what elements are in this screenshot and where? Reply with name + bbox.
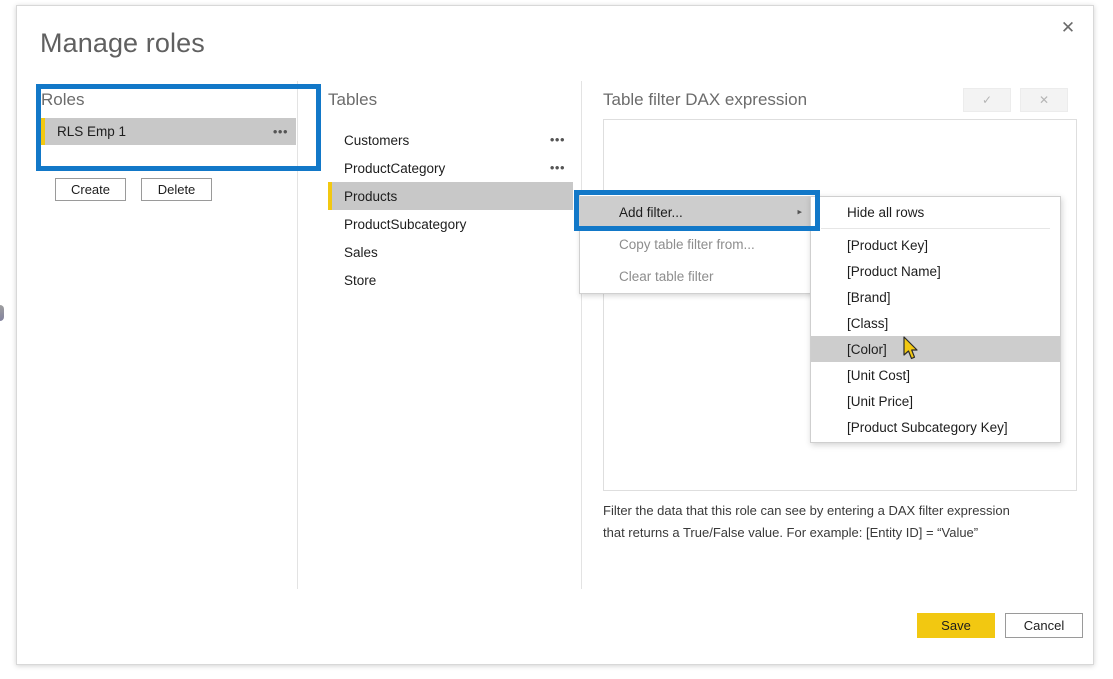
submenu-item[interactable]: [Brand]	[811, 284, 1060, 310]
role-list-item-label: RLS Emp 1	[57, 124, 127, 139]
table-list-item-row[interactable]: ProductCategory •••	[328, 154, 573, 182]
cancel-button[interactable]: Cancel	[1005, 613, 1083, 638]
close-icon[interactable]: ✕	[1051, 12, 1085, 42]
table-list-item-label: Customers	[344, 132, 410, 148]
submenu-item[interactable]: [Class]	[811, 310, 1060, 336]
table-list-item-label: Products	[344, 188, 398, 204]
table-context-menu: Add filter... ▸ Copy table filter from... C…	[579, 194, 816, 294]
delete-role-button[interactable]: Delete	[141, 178, 212, 201]
clipped-edge-fragment	[0, 305, 4, 321]
panel-divider-tables-dax	[581, 81, 582, 589]
submenu-item[interactable]: [Product Key]	[811, 232, 1060, 258]
dax-help-line-2: that returns a True/False value. For exa…	[603, 525, 979, 541]
table-list-item-row[interactable]: Sales	[328, 238, 573, 266]
table-list-item-row[interactable]: Customers •••	[328, 126, 573, 154]
manage-roles-dialog: ✕ Manage roles Roles RLS Emp 1 ••• Create…	[16, 5, 1094, 665]
role-list-item-row[interactable]: RLS Emp 1 •••	[41, 118, 296, 145]
tables-list: Customers ••• ProductCategory ••• Products Pr…	[328, 126, 573, 294]
submenu-separator	[821, 228, 1050, 229]
roles-heading: Roles	[41, 90, 85, 109]
tables-heading: Tables	[328, 90, 378, 109]
table-list-item-label: Store	[344, 272, 377, 288]
table-list-item-label: Sales	[344, 244, 378, 260]
accept-check-icon[interactable]: ✓	[963, 88, 1011, 112]
table-list-item-label: ProductCategory	[344, 160, 446, 176]
dax-help-text: Filter the data that this role can see b…	[603, 500, 1083, 545]
table-list-item-row[interactable]: Products	[328, 182, 573, 210]
row-more-options-icon[interactable]: •••	[550, 133, 565, 146]
context-menu-item-label: Add filter...	[619, 204, 683, 220]
submenu-item[interactable]: [Color]	[811, 336, 1060, 362]
submenu-item[interactable]: [Unit Price]	[811, 388, 1060, 414]
context-menu-item-label: Copy table filter from...	[619, 236, 755, 252]
row-more-options-icon[interactable]: •••	[550, 161, 565, 174]
row-more-options-icon[interactable]: •••	[273, 125, 288, 138]
table-list-item-label: ProductSubcategory	[344, 216, 467, 232]
page-title: Manage roles	[40, 28, 205, 58]
roles-list: RLS Emp 1 •••	[41, 118, 296, 164]
table-list-item-row[interactable]: Store	[328, 266, 573, 294]
selection-accent-bar	[328, 182, 332, 210]
context-menu-item: Clear table filter	[580, 260, 815, 292]
table-list-item-row[interactable]: ProductSubcategory	[328, 210, 573, 238]
context-menu-item: Copy table filter from...	[580, 228, 815, 260]
submenu-item[interactable]: [Unit Cost]	[811, 362, 1060, 388]
context-menu-item[interactable]: Add filter... ▸	[580, 196, 815, 228]
panel-divider-roles-tables	[297, 81, 298, 589]
add-filter-submenu: Hide all rows [Product Key] [Product Name]…	[810, 196, 1061, 443]
save-button[interactable]: Save	[917, 613, 995, 638]
submenu-item[interactable]: Hide all rows	[811, 199, 1060, 225]
submenu-item[interactable]: [Product Name]	[811, 258, 1060, 284]
context-menu-item-label: Clear table filter	[619, 268, 714, 284]
create-role-button[interactable]: Create	[55, 178, 126, 201]
dax-action-buttons: ✓ ✕	[963, 88, 1068, 112]
reject-close-icon[interactable]: ✕	[1020, 88, 1068, 112]
chevron-right-icon: ▸	[797, 206, 802, 217]
submenu-item[interactable]: [Product Subcategory Key]	[811, 414, 1060, 440]
dax-expression-heading: Table filter DAX expression	[603, 90, 808, 109]
selection-accent-bar	[41, 118, 45, 145]
dax-help-line-1: Filter the data that this role can see b…	[603, 503, 1010, 518]
